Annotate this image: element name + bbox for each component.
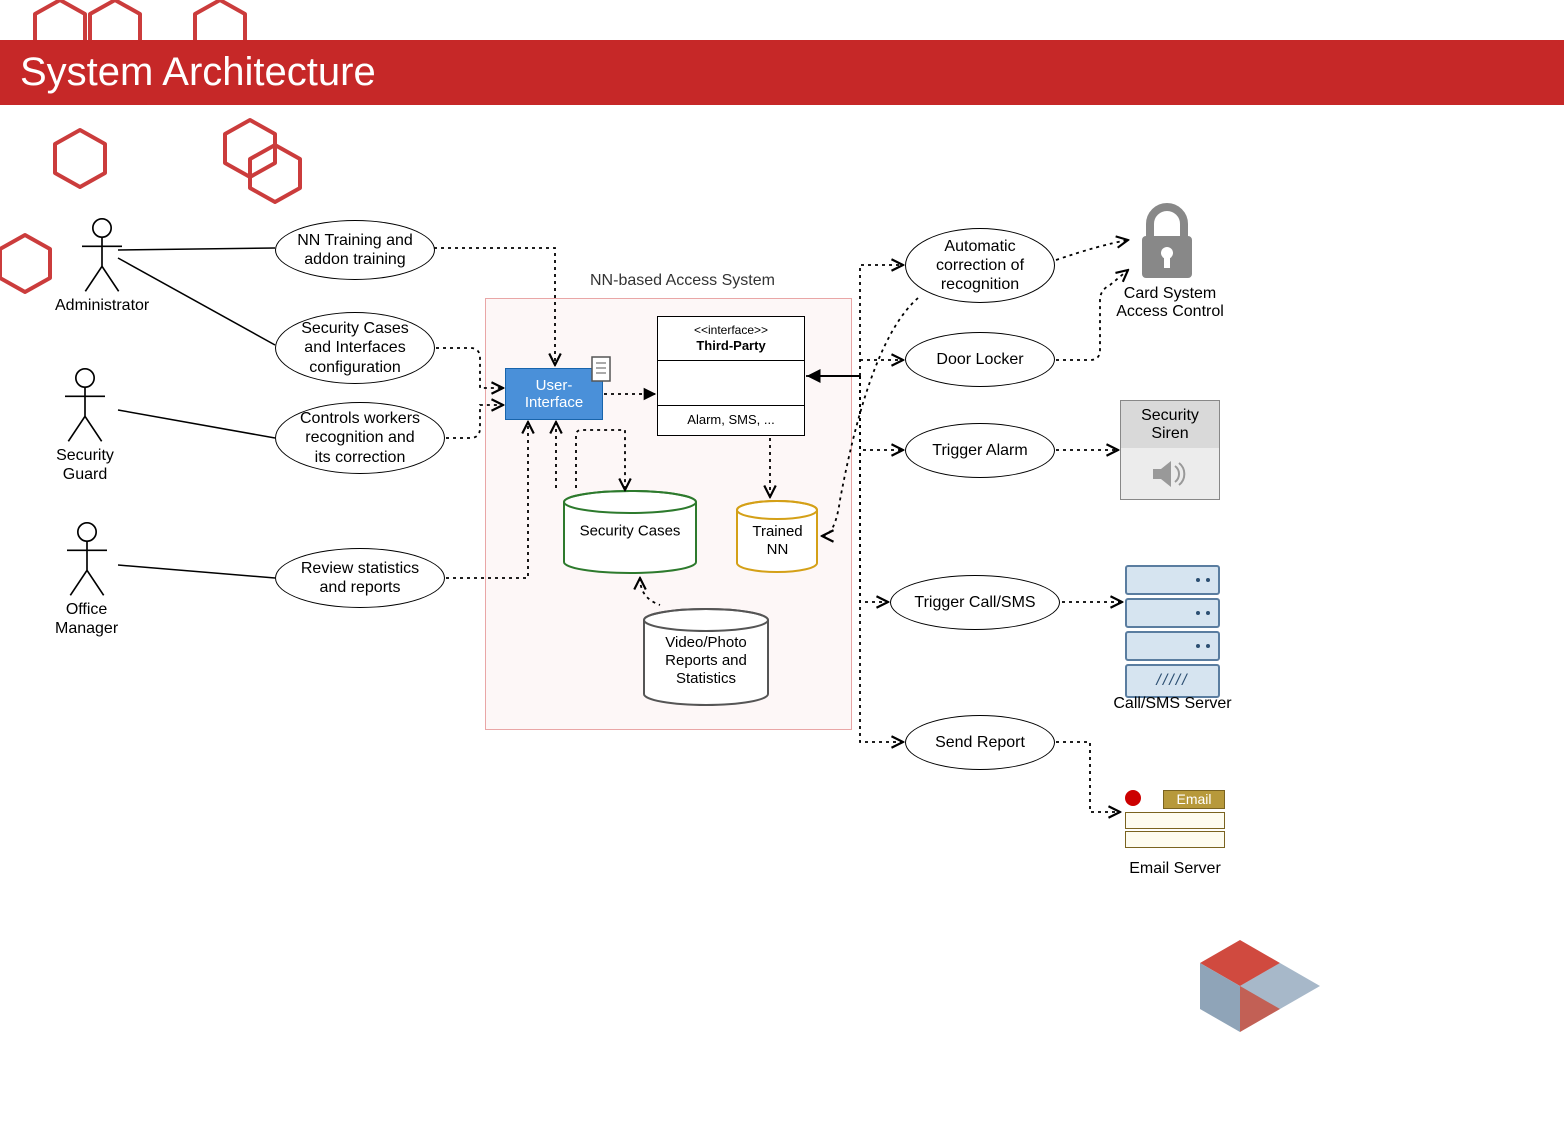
page-title: System Architecture xyxy=(0,40,1564,105)
card-system-label: Card System Access Control xyxy=(1095,285,1245,321)
page-title-text: System Architecture xyxy=(20,50,376,95)
usecase-trigger-alarm: Trigger Alarm xyxy=(905,423,1055,478)
usecase-review-stats: Review statistics and reports xyxy=(275,548,445,608)
security-siren: Security Siren xyxy=(1120,400,1220,500)
usecase-auto-correction: Automatic correction of recognition xyxy=(905,228,1055,303)
usecase-trigger-call-sms: Trigger Call/SMS xyxy=(890,575,1060,630)
usecase-controls-workers: Controls workers recognition and its cor… xyxy=(275,402,445,474)
third-party-ops: Alarm, SMS, ... xyxy=(658,406,804,434)
email-badge-text: Email xyxy=(1163,790,1225,809)
third-party-name: Third-Party xyxy=(662,338,800,354)
security-siren-label: Security Siren xyxy=(1121,401,1219,448)
third-party-stereotype: <<interface>> xyxy=(662,323,800,338)
datastore-reports-label: Video/Photo Reports and Statistics xyxy=(640,634,772,688)
actor-guard-label: Security Guard xyxy=(55,446,115,484)
server-base-slashes: ///// xyxy=(1125,664,1220,698)
datastore-trained-nn-label: Trained NN xyxy=(735,523,820,559)
speaker-icon xyxy=(1151,459,1189,489)
usecase-nn-training: NN Training and addon training xyxy=(275,220,435,280)
usecase-door-locker: Door Locker xyxy=(905,332,1055,387)
system-boundary-label: NN-based Access System xyxy=(590,272,775,290)
server-icon: ///// xyxy=(1125,565,1220,698)
actor-manager-label: Office Manager xyxy=(55,600,118,638)
datastore-reports: Video/Photo Reports and Statistics xyxy=(640,608,772,708)
component-user-interface: User- Interface xyxy=(505,368,603,420)
actor-office-manager: Office Manager xyxy=(55,522,118,638)
email-server-label: Email Server xyxy=(1110,860,1240,878)
actor-security-guard: Security Guard xyxy=(55,368,115,484)
datastore-security-cases-label: Security Cases xyxy=(560,523,700,541)
usecase-send-report: Send Report xyxy=(905,715,1055,770)
lock-icon xyxy=(1130,198,1205,283)
actor-administrator: Administrator xyxy=(55,218,149,315)
call-sms-server-label: Call/SMS Server xyxy=(1100,695,1245,713)
datastore-security-cases: Security Cases xyxy=(560,490,700,575)
email-icon: Email xyxy=(1125,790,1225,848)
usecase-security-config: Security Cases and Interfaces configurat… xyxy=(275,312,435,384)
component-third-party: <<interface>> Third-Party Alarm, SMS, ..… xyxy=(657,316,805,436)
document-icon xyxy=(590,355,614,383)
actor-admin-label: Administrator xyxy=(55,296,149,315)
datastore-trained-nn: Trained NN xyxy=(735,500,820,575)
